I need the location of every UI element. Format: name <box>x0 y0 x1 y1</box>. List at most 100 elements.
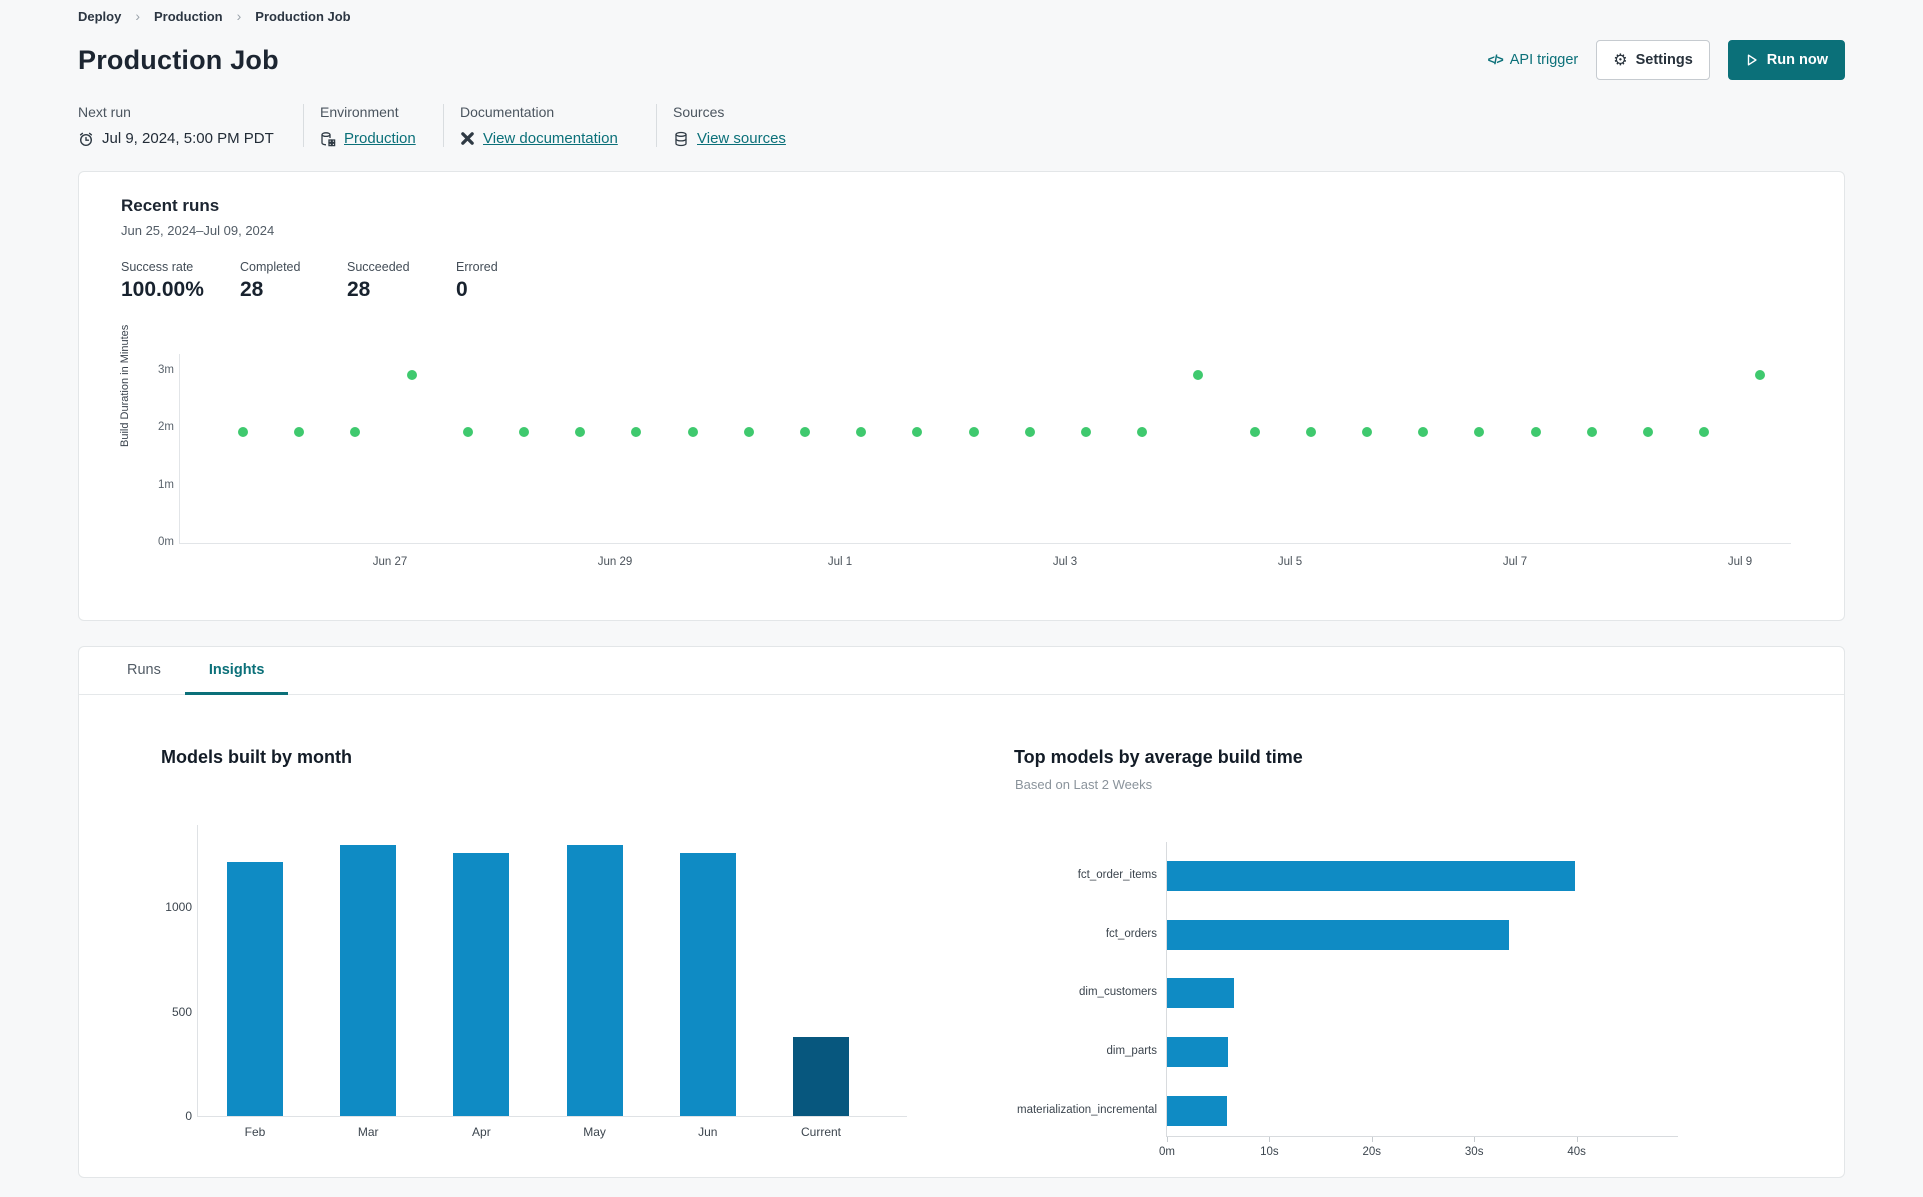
bar-x-label: Current <box>800 1125 841 1139</box>
scatter-y-axis-label: Build Duration in Minutes <box>119 324 131 447</box>
bar-x-label: Jun <box>698 1125 718 1139</box>
run-dot[interactable] <box>743 427 754 438</box>
run-dot[interactable] <box>1024 427 1035 438</box>
breadcrumb-deploy[interactable]: Deploy <box>78 9 121 24</box>
breadcrumb-production[interactable]: Production <box>154 9 223 24</box>
api-trigger-label: API trigger <box>1509 52 1579 68</box>
run-dot[interactable] <box>631 427 642 438</box>
run-dot[interactable] <box>1305 427 1316 438</box>
bar-y-tick: 500 <box>171 1004 192 1019</box>
model-bar <box>1167 1095 1227 1126</box>
run-dot[interactable] <box>1530 427 1541 438</box>
tab-runs[interactable]: Runs <box>103 647 185 695</box>
model-label: dim_parts <box>1106 1045 1158 1058</box>
scatter-y-tick: 2m <box>158 421 174 434</box>
hbar-x-tick: 10s <box>1260 1146 1279 1158</box>
month-bar <box>227 862 283 1116</box>
run-dot[interactable] <box>1418 427 1429 438</box>
meta-label: Environment <box>320 104 399 120</box>
run-dot[interactable] <box>968 427 979 438</box>
model-label: materialization_incremental <box>1017 1103 1157 1116</box>
run-dot[interactable] <box>687 427 698 438</box>
run-now-button[interactable]: Run now <box>1727 40 1845 80</box>
run-dot[interactable] <box>406 369 417 380</box>
top-models-plot: fct_order_items fct_orders dim_customers di… <box>1017 842 1678 1158</box>
run-dot[interactable] <box>1586 427 1597 438</box>
stat-succeeded: Succeeded 28 <box>347 260 456 302</box>
scatter-x-label: Jul 3 <box>1052 556 1078 568</box>
scatter-x-label: Jul 1 <box>827 556 853 568</box>
next-run-value: Jul 9, 2024, 5:00 PM PDT <box>102 130 274 147</box>
play-icon <box>1745 53 1759 67</box>
hbar-tick-mark <box>1474 1137 1476 1142</box>
settings-label: Settings <box>1635 52 1693 68</box>
settings-button[interactable]: ⚙ Settings <box>1596 40 1710 80</box>
tab-insights[interactable]: Insights <box>184 647 289 695</box>
scatter-y-tick: 0m <box>158 536 174 548</box>
run-dot[interactable] <box>1081 427 1091 438</box>
month-bar <box>679 853 736 1116</box>
hbar-x-tick: 20s <box>1362 1146 1382 1158</box>
stat-label: Errored <box>456 260 498 274</box>
recent-runs-card: Recent runs Jun 25, 2024–Jul 09, 2024 Su… <box>78 171 1845 621</box>
bar-x-label: May <box>583 1125 606 1139</box>
run-dot[interactable] <box>1137 427 1148 438</box>
scatter-x-label: Jul 7 <box>1502 556 1528 568</box>
insights-card: Runs Insights Models built by month 0 500… <box>78 646 1845 1178</box>
run-dot[interactable] <box>350 427 361 438</box>
scatter-x-label: Jun 27 <box>372 556 408 568</box>
hbar-x-tick: 0m <box>1159 1146 1175 1158</box>
run-now-label: Run now <box>1766 52 1828 68</box>
api-trigger-link[interactable]: </> API trigger <box>1488 52 1579 68</box>
run-dot[interactable] <box>294 427 305 438</box>
stat-completed: Completed 28 <box>240 260 347 302</box>
model-bar <box>1167 861 1575 891</box>
run-dot[interactable] <box>1474 427 1485 438</box>
hbar-x-tick: 30s <box>1464 1146 1484 1158</box>
recent-runs-stats: Success rate 100.00% Completed 28 Succee… <box>121 260 1844 302</box>
meta-label: Sources <box>673 104 725 120</box>
gear-icon: ⚙ <box>1613 50 1628 69</box>
top-models-subtitle: Based on Last 2 Weeks <box>1015 777 1153 792</box>
scatter-x-label: Jul 5 <box>1277 556 1303 568</box>
run-dot[interactable] <box>1755 369 1766 380</box>
run-dot[interactable] <box>575 427 586 438</box>
database-icon <box>673 131 689 147</box>
run-dot[interactable] <box>462 427 473 438</box>
hbar-tick-mark <box>1371 1137 1373 1142</box>
run-dot[interactable] <box>1643 427 1653 438</box>
view-documentation-link[interactable]: View documentation <box>483 130 618 147</box>
bar-x-label: Mar <box>357 1125 379 1139</box>
run-dot[interactable] <box>1699 427 1710 438</box>
clock-icon <box>78 131 94 147</box>
model-bar <box>1167 1037 1228 1068</box>
bar-x-label: Feb <box>244 1125 266 1139</box>
stat-label: Success rate <box>121 260 194 274</box>
recent-runs-date-range: Jun 25, 2024–Jul 09, 2024 <box>121 223 275 238</box>
run-dot[interactable] <box>519 427 529 438</box>
run-dot[interactable] <box>1193 369 1204 380</box>
scatter-y-tick: 3m <box>158 364 174 377</box>
environment-link[interactable]: Production <box>344 130 416 147</box>
view-sources-link[interactable]: View sources <box>697 130 786 147</box>
run-dot[interactable] <box>1362 427 1372 438</box>
build-duration-plot: 0m 1m 2m 3m Jun 27 Jun 29 Jul 1 Jul 3 Jul 5 Jul 7… <box>158 354 1791 568</box>
tab-bar: Runs Insights <box>79 647 1844 695</box>
run-dot[interactable] <box>912 427 923 438</box>
model-label: dim_customers <box>1079 986 1157 999</box>
run-dot[interactable] <box>238 427 248 438</box>
hbar-tick-mark <box>1167 1137 1168 1142</box>
model-label: fct_orders <box>1105 927 1157 940</box>
hbar-tick-mark <box>1269 1137 1271 1142</box>
chevron-right-icon: › <box>135 8 141 24</box>
page-title: Production Job <box>78 44 279 75</box>
stat-label: Completed <box>240 260 301 274</box>
run-dot[interactable] <box>1249 427 1260 438</box>
run-dot[interactable] <box>856 427 867 438</box>
breadcrumb-current: Production Job <box>255 8 351 24</box>
page: Deploy › Production › Production Job Pro… <box>0 0 1923 1178</box>
scatter-y-tick: 1m <box>158 478 174 491</box>
run-dot[interactable] <box>800 427 810 438</box>
bar-y-tick: 0 <box>185 1109 192 1123</box>
job-meta-row: Next run Jul 9, 2024, 5:00 PM PDT Enviro… <box>78 104 1845 147</box>
